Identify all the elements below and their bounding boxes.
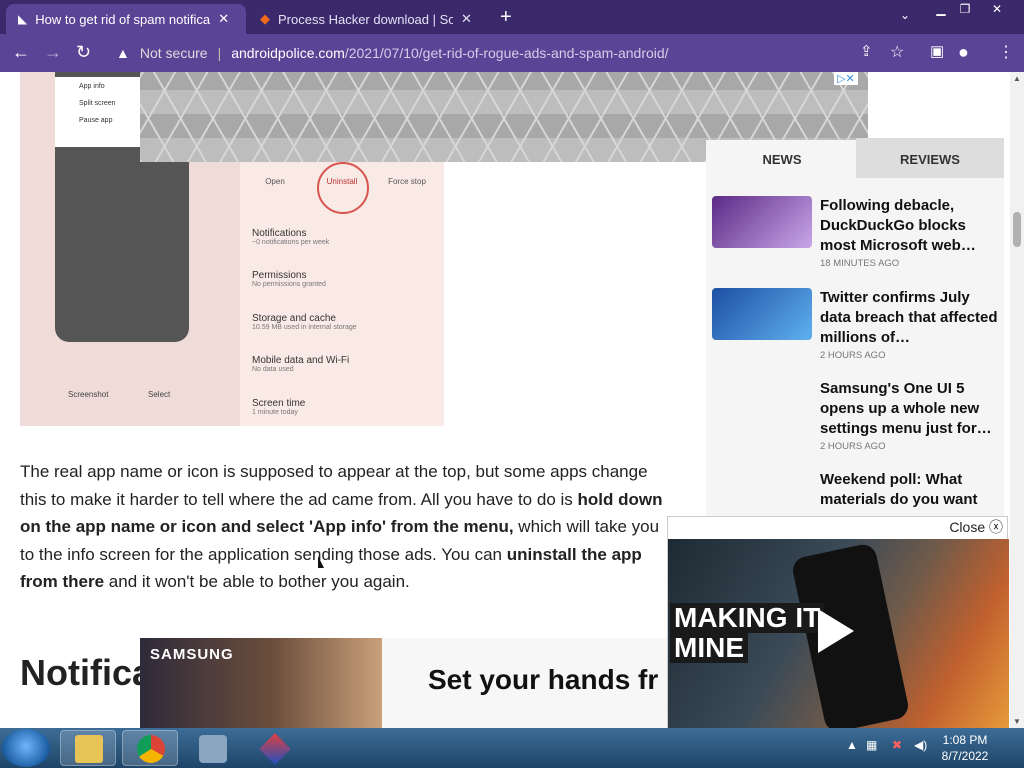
window-close-button[interactable]: ✕ [982,0,1012,18]
tab-search-icon[interactable]: ⌄ [890,6,920,24]
uninstall-highlight-ring [317,162,369,214]
article-paragraph: The real app name or icon is supposed to… [20,462,663,591]
menu-item-split-screen: Split screen [79,100,116,107]
sourceforge-favicon-icon: ◆ [260,11,270,26]
news-thumbnail [712,288,812,340]
action-force-stop: Force stop [388,177,426,186]
menu-kebab-icon[interactable]: ⋮ [998,42,1014,62]
footer-select: Select [148,390,171,399]
windows-taskbar: ▲ ▦ ✖ ◀) 1:08 PM 8/7/2022 [0,728,1024,768]
close-tab-icon[interactable]: ✕ [461,11,472,27]
action-open: Open [265,177,285,186]
scrollbar-thumb[interactable] [1013,212,1021,247]
row-sub: 1 minute today [252,409,298,416]
page-content: App info Split screen Pause app Notifica… [0,72,1010,728]
action-uninstall: Uninstall [326,177,358,186]
video-caption: MAKING IT MINE [670,603,825,663]
menu-item-app-info: App info [79,83,105,90]
menu-item-pause-app: Pause app [79,117,113,124]
news-time: 18 MINUTES AGO [820,258,900,269]
system-clock[interactable]: 1:08 PM 8/7/2022 [930,732,1000,764]
url-host: androidpolice.com [231,45,345,61]
row-title: Storage and cache [252,313,336,324]
profile-avatar-icon[interactable]: ● [958,42,969,63]
row-sub: No permissions granted [252,281,326,288]
sidebar-tabs: NEWS REVIEWS [708,138,1004,178]
restore-button[interactable]: ❐ [950,0,980,18]
video-close-button[interactable]: Close ⓧ [668,517,1009,539]
tab-active[interactable]: ◣ How to get rid of spam notificati ✕ [6,4,246,34]
folder-icon [75,735,103,763]
close-tab-icon[interactable]: ✕ [218,11,229,27]
scroll-down-arrow-icon[interactable]: ▼ [1013,717,1021,726]
taskbar-app4[interactable] [246,730,302,766]
row-title: Screen time [252,398,306,409]
url-path: /2021/07/10/get-rid-of-rogue-ads-and-spa… [344,45,669,61]
news-thumbnail [712,196,812,248]
close-circle-icon[interactable]: ⓧ [989,519,1003,535]
row-title: Mobile data and Wi-Fi [252,355,350,366]
address-bar[interactable]: ▲ Not secure | androidpolice.com /2021/0… [104,38,844,68]
bookmark-star-icon[interactable]: ☆ [890,42,904,62]
cube-icon [259,733,291,765]
warning-icon: ▲ [116,45,130,61]
floating-video-player[interactable]: Close ⓧ MAKING IT MINE [667,516,1009,728]
volume-icon[interactable]: ◀) [914,738,927,752]
flag-icon[interactable]: ✖ [892,738,902,752]
forward-icon[interactable]: → [44,42,62,63]
row-sub: No data used [252,366,294,373]
side-panel-icon[interactable]: ▣ [930,42,944,60]
tab-title: How to get rid of spam notificati [35,11,211,27]
show-hidden-icons[interactable]: ▲ [846,738,858,752]
row-title: Permissions [252,270,307,281]
reload-icon[interactable]: ↻ [76,42,91,63]
section-heading: Notifica [20,652,153,693]
taskbar-app3[interactable] [184,730,240,766]
row-title: Notifications [252,228,307,239]
news-time: 2 HOURS AGO [820,441,886,452]
back-icon[interactable]: ← [12,42,30,63]
adchoices-icon[interactable]: ▷✕ [834,72,858,85]
mouse-cursor [318,556,330,568]
browser-toolbar: ← → ↻ ▲ Not secure | androidpolice.com /… [0,34,1024,72]
new-tab-button[interactable]: + [500,6,512,29]
taskbar-explorer[interactable] [60,730,116,766]
tab-news[interactable]: NEWS [708,138,856,178]
news-title[interactable]: Weekend poll: What materials do you want [820,470,998,510]
browser-titlebar: ◣ How to get rid of spam notificati ✕ ◆ … [0,0,1024,34]
tab-title: Process Hacker download | Sourc [278,11,453,27]
scroll-up-arrow-icon[interactable]: ▲ [1013,74,1021,83]
clock-date: 8/7/2022 [941,749,989,763]
video-frame[interactable]: MAKING IT MINE [668,539,1009,728]
clock-time: 1:08 PM [942,733,988,747]
address-separator: | [217,45,222,61]
start-button[interactable] [2,729,50,767]
bottom-banner-ad[interactable]: SAMSUNG Set your hands fr [140,638,668,728]
share-icon[interactable]: ⇪ [860,42,873,60]
taskbar-chrome[interactable] [122,730,178,766]
row-sub: 10.59 MB used in internal storage [252,324,357,331]
news-title[interactable]: Samsung's One UI 5 opens up a whole new … [820,379,998,439]
person-icon [199,735,227,763]
chrome-icon [137,735,165,763]
play-icon[interactable] [818,609,854,653]
news-time: 2 HOURS AGO [820,350,886,361]
news-title[interactable]: Twitter confirms July data breach that a… [820,288,998,348]
tab-inactive[interactable]: ◆ Process Hacker download | Sourc ✕ [250,4,490,34]
network-icon[interactable]: ▦ [866,738,877,752]
ad-slogan: Set your hands fr [428,664,659,695]
tab-reviews[interactable]: REVIEWS [856,138,1004,178]
page-scrollbar[interactable]: ▲ ▼ [1010,72,1024,728]
row-sub: ~0 notifications per week [252,239,330,246]
androidpolice-favicon-icon: ◣ [18,12,28,26]
ad-brand: SAMSUNG [150,646,234,663]
security-label: Not secure [139,45,208,61]
news-title[interactable]: Following debacle, DuckDuckGo blocks mos… [820,196,998,256]
app-context-menu: App info Split screen Pause app [55,77,140,147]
footer-screenshot: Screenshot [68,390,109,399]
